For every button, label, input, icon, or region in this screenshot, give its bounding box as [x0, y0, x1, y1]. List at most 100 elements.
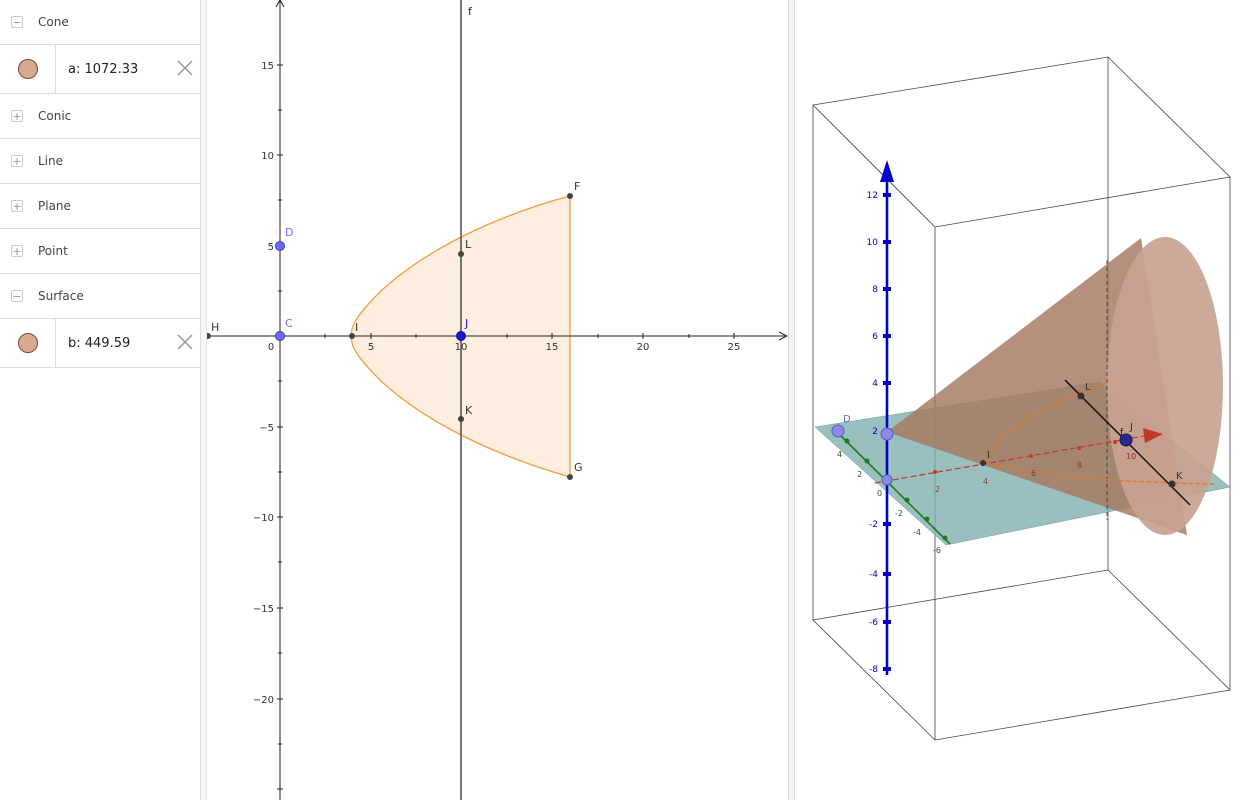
delete-icon[interactable]: [175, 58, 195, 78]
group-line[interactable]: + Line: [0, 139, 200, 184]
point-d-3d-label: D: [843, 414, 851, 425]
y-tick-label: −20: [253, 695, 274, 706]
panel-splitter[interactable]: [200, 0, 207, 800]
group-cone[interactable]: − Cone: [0, 0, 200, 45]
z-tick-label: 4: [872, 379, 878, 389]
expand-icon[interactable]: +: [11, 200, 23, 212]
point-d-3d[interactable]: [831, 424, 845, 438]
graphics-canvas[interactable]: 0 5 10 15 20 25 15 10 5 −5 −10 −15 −20 f…: [205, 0, 789, 800]
point-j-label: J: [464, 317, 468, 330]
algebra-view: − Cone a: 1072.33 + Conic + Line + Plane…: [0, 0, 200, 800]
visibility-cell: [0, 319, 56, 367]
y-tick-dot: [942, 535, 948, 541]
group-label: Point: [38, 244, 68, 258]
z-tick-label: -8: [869, 665, 878, 675]
point-l[interactable]: [458, 251, 464, 257]
group-label: Surface: [38, 289, 84, 303]
group-conic[interactable]: + Conic: [0, 94, 200, 139]
group-point[interactable]: + Point: [0, 229, 200, 274]
collapse-icon[interactable]: −: [11, 290, 23, 302]
group-label: Cone: [38, 15, 69, 29]
point-j-3d-label: J: [1129, 422, 1133, 433]
group-plane[interactable]: + Plane: [0, 184, 200, 229]
x-tick-dot: [1113, 440, 1117, 444]
x-tick-label: 8: [1077, 461, 1082, 470]
z-tick: [883, 572, 891, 576]
z-tick-label: -6: [869, 618, 878, 628]
object-row-a[interactable]: a: 1072.33: [0, 45, 200, 94]
point-l-3d[interactable]: [1077, 392, 1085, 400]
z-tick: [883, 334, 891, 338]
point-d-label: D: [285, 226, 293, 239]
x-tick-label: 2: [935, 485, 940, 494]
z-tick-label: 2: [872, 427, 878, 437]
y-tick-label: -2: [895, 509, 903, 518]
point-i-3d[interactable]: [980, 460, 986, 466]
group-label: Plane: [38, 199, 71, 213]
z-tick: [883, 193, 891, 197]
z-tick: [883, 287, 891, 291]
group-surface[interactable]: − Surface: [0, 274, 200, 319]
point-c[interactable]: [275, 331, 285, 341]
delete-icon[interactable]: [175, 332, 195, 352]
z-tick-label: 6: [872, 332, 878, 342]
y-tick-label: -6: [933, 546, 941, 555]
point-g-label: G: [574, 461, 583, 474]
point-k-3d[interactable]: [1168, 480, 1176, 488]
object-row-b[interactable]: b: 449.59: [0, 319, 200, 368]
point-d[interactable]: [275, 241, 285, 251]
point-l-3d-label: L: [1085, 382, 1091, 393]
point-k[interactable]: [458, 416, 464, 422]
group-label: Conic: [38, 109, 72, 123]
graphics-view[interactable]: 0 5 10 15 20 25 15 10 5 −5 −10 −15 −20 f…: [205, 0, 789, 800]
y-tick-label: 0: [877, 489, 882, 498]
y-tick-label: 15: [261, 61, 274, 72]
x-tick-label: 4: [983, 477, 988, 486]
visibility-toggle-icon[interactable]: [17, 333, 38, 353]
z-tick-label: 8: [872, 285, 878, 295]
object-value[interactable]: b: 449.59: [68, 336, 130, 351]
expand-icon[interactable]: +: [11, 155, 23, 167]
expand-icon[interactable]: +: [11, 245, 23, 257]
y-tick-dot: [844, 438, 850, 444]
graphics-3d-view[interactable]: 2 4 6 8 10 4 2 0 -2 -4 -6 12 10 8 6 4 2 …: [795, 0, 1251, 800]
z-tick: [883, 620, 891, 624]
y-tick-dot: [924, 516, 930, 522]
point-i-label: I: [355, 321, 358, 334]
z-tick: [883, 667, 891, 671]
z-tick-label: -4: [869, 570, 878, 580]
x-tick-label: 5: [368, 342, 374, 353]
x-tick-dot: [1029, 454, 1033, 458]
point-j[interactable]: [456, 331, 466, 341]
y-tick-label: 10: [261, 151, 274, 162]
y-tick-label: 4: [837, 450, 842, 459]
cone-base: [1107, 237, 1223, 535]
object-value[interactable]: a: 1072.33: [68, 62, 138, 77]
point-k-3d-label: K: [1176, 471, 1183, 482]
graphics-3d-canvas[interactable]: 2 4 6 8 10 4 2 0 -2 -4 -6 12 10 8 6 4 2 …: [795, 0, 1251, 800]
z-tick: [883, 381, 891, 385]
point-f[interactable]: [567, 193, 573, 199]
point-g[interactable]: [567, 474, 573, 480]
y-tick-label: −15: [253, 604, 274, 615]
y-tick-dot: [864, 458, 870, 464]
z-tick-label: 10: [867, 238, 879, 248]
panel-splitter[interactable]: [788, 0, 795, 800]
point-i-3d-label: I: [987, 450, 990, 461]
expand-icon[interactable]: +: [11, 110, 23, 122]
z-tick: [883, 240, 891, 244]
origin-point-3d[interactable]: [881, 474, 893, 486]
y-tick-label: 2: [857, 470, 862, 479]
visibility-toggle-icon[interactable]: [17, 59, 38, 79]
x-tick-label: 15: [546, 342, 559, 353]
z-tick-label: -2: [869, 520, 878, 530]
point-h-label: H: [211, 321, 219, 334]
line-f-label: f: [468, 5, 473, 18]
y-tick-label: 5: [268, 242, 274, 253]
z-axis-arrow-icon: [880, 160, 894, 182]
visibility-cell: [0, 45, 56, 93]
collapse-icon[interactable]: −: [11, 16, 23, 28]
point-k-label: K: [465, 404, 473, 417]
point-c-3d[interactable]: [880, 427, 894, 441]
point-f-label: F: [574, 180, 580, 193]
